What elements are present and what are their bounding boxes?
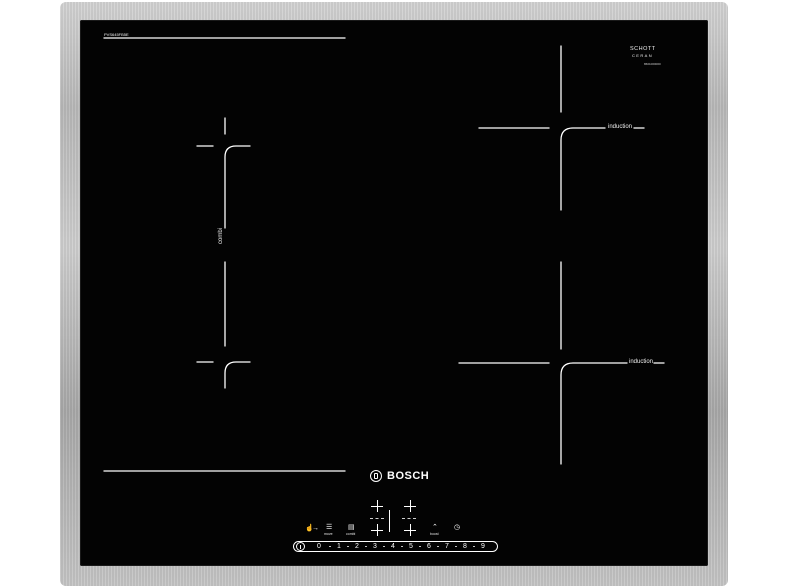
zone-plus-button-top-right[interactable]: [404, 500, 416, 512]
zone-plus-button-bottom-right[interactable]: [404, 524, 416, 536]
power-button-icon[interactable]: [296, 542, 305, 551]
slider-dot: [347, 546, 349, 547]
model-number: PVS645FB5E: [104, 32, 129, 37]
zone-divider-left: [370, 518, 384, 520]
key-icon[interactable]: →: [312, 525, 319, 532]
slider-digit-4[interactable]: 4: [391, 543, 395, 550]
slider-dot: [473, 546, 475, 547]
slider-digit-8[interactable]: 8: [463, 543, 467, 550]
slider-digit-9[interactable]: 9: [481, 543, 485, 550]
slider-dot: [401, 546, 403, 547]
slider-dot: [437, 546, 439, 547]
zone-label-combi: combi: [218, 227, 224, 244]
zone-plus-button-top-left[interactable]: [371, 500, 383, 512]
combi-icon[interactable]: ▤: [348, 524, 355, 531]
slider-digit-7[interactable]: 7: [445, 543, 449, 550]
slider-digit-6[interactable]: 6: [427, 543, 431, 550]
glass-brand-sub: CERAN: [632, 53, 654, 58]
zone-label-induction-top: induction: [608, 124, 633, 130]
zone-divider-right: [402, 518, 416, 520]
slider-digit-5[interactable]: 5: [409, 543, 413, 550]
slider-dot: [419, 546, 421, 547]
combi-bottom-corner: [224, 361, 251, 389]
zone-label-induction-bottom: induction: [629, 359, 654, 365]
timer-icon[interactable]: ◷: [454, 524, 460, 531]
slider-dot: [455, 546, 457, 547]
bosch-anchor-icon: [370, 470, 382, 482]
power-level-slider[interactable]: [293, 541, 498, 552]
glass-brand-logo: SCHOTT: [630, 46, 656, 52]
boost-icon[interactable]: ⌃: [432, 524, 438, 531]
combi-label: combi: [346, 532, 356, 536]
slider-digit-0[interactable]: 0: [317, 543, 321, 550]
slider-digit-3[interactable]: 3: [373, 543, 377, 550]
induction2-corner: [560, 362, 628, 465]
slider-dot: [329, 546, 331, 547]
slider-digit-2[interactable]: 2: [355, 543, 359, 550]
brand-wordmark: BOSCH: [387, 470, 430, 482]
boost-label: boost: [430, 532, 439, 536]
move-label: move: [324, 532, 333, 536]
zone-selector-divider: [389, 510, 390, 532]
slider-dot: [383, 546, 385, 547]
combi-top-corner: [224, 145, 251, 229]
cooking-zone-markings: [103, 37, 665, 472]
glass-brand-code: 8601000000: [644, 62, 661, 66]
induction1-corner: [560, 127, 606, 211]
slider-dot: [365, 546, 367, 547]
slider-digit-1[interactable]: 1: [337, 543, 341, 550]
move-icon[interactable]: ☰: [326, 524, 332, 531]
zone-plus-button-bottom-left[interactable]: [371, 524, 383, 536]
